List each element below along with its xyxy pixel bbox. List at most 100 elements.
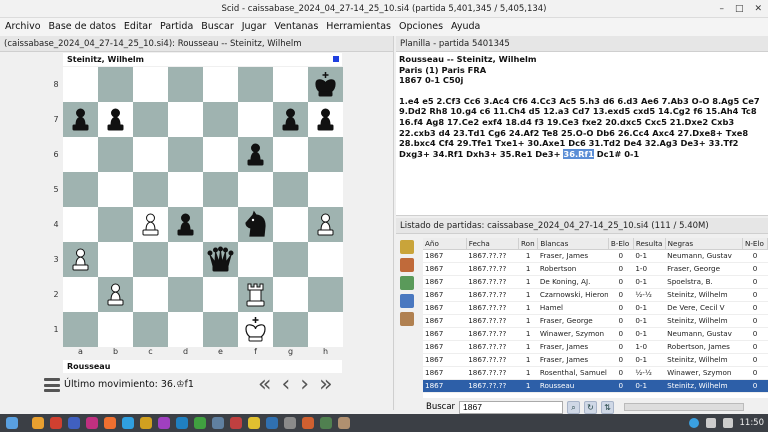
square-d4[interactable] bbox=[168, 207, 203, 242]
close-button[interactable]: ✕ bbox=[754, 2, 762, 16]
square-f2[interactable] bbox=[238, 277, 273, 312]
clock[interactable]: 11:50 bbox=[740, 418, 765, 428]
board-icon[interactable] bbox=[400, 312, 414, 326]
column-header[interactable]: Resulta bbox=[633, 238, 666, 250]
table-row[interactable]: 1867 1867.??.?? 1 Robertson 0 1-0 Fraser, Geor… bbox=[423, 262, 768, 276]
menu-buscar[interactable]: Buscar bbox=[197, 18, 237, 36]
app-icon[interactable] bbox=[230, 417, 242, 429]
column-header[interactable]: N-Elo bbox=[742, 238, 768, 250]
column-header[interactable]: B-Elo bbox=[608, 238, 634, 250]
column-header[interactable]: Año bbox=[423, 238, 467, 250]
square-f4[interactable] bbox=[238, 207, 273, 242]
square-b1[interactable] bbox=[98, 312, 133, 347]
black-pawn-icon[interactable] bbox=[311, 105, 340, 134]
search-icon[interactable] bbox=[400, 258, 414, 272]
square-a5[interactable] bbox=[63, 172, 98, 207]
square-e6[interactable] bbox=[203, 137, 238, 172]
table-row[interactable]: 1867 1867.??.?? 1 Fraser, James 0 0-1 Neumann,… bbox=[423, 249, 768, 263]
table-row[interactable]: 1867 1867.??.?? 1 Winawer, Szymon 0 0-1 Neuman… bbox=[423, 327, 768, 341]
square-f7[interactable] bbox=[238, 102, 273, 137]
menu-partida[interactable]: Partida bbox=[156, 18, 197, 36]
app-icon[interactable] bbox=[212, 417, 224, 429]
square-c8[interactable] bbox=[133, 67, 168, 102]
tree-icon[interactable] bbox=[400, 294, 414, 308]
black-pawn-icon[interactable] bbox=[171, 210, 200, 239]
square-g5[interactable] bbox=[273, 172, 308, 207]
table-row[interactable]: 1867 1867.??.?? 1 Fraser, George 0 0-1 Steinit… bbox=[423, 314, 768, 328]
square-g7[interactable] bbox=[273, 102, 308, 137]
square-h5[interactable] bbox=[308, 172, 343, 207]
square-h1[interactable] bbox=[308, 312, 343, 347]
square-e4[interactable] bbox=[203, 207, 238, 242]
app-icon[interactable] bbox=[284, 417, 296, 429]
scid-icon[interactable] bbox=[338, 417, 350, 429]
next-move-button[interactable]: › bbox=[300, 374, 309, 396]
move-list[interactable]: 1.e4 e5 2.Cf3 Cc6 3.Ac4 Cf6 4.Cc3 Ac5 5.… bbox=[399, 96, 765, 160]
game-list-tab[interactable]: Listado de partidas: caissabase_2024_04_… bbox=[396, 218, 768, 234]
list-scrollbar[interactable] bbox=[624, 403, 745, 411]
square-g6[interactable] bbox=[273, 137, 308, 172]
last-move-button[interactable]: » bbox=[319, 374, 332, 396]
square-a7[interactable] bbox=[63, 102, 98, 137]
square-f8[interactable] bbox=[238, 67, 273, 102]
browser-icon[interactable] bbox=[104, 417, 116, 429]
search-input[interactable] bbox=[459, 400, 564, 414]
black-knight-icon[interactable] bbox=[241, 210, 270, 239]
square-e8[interactable] bbox=[203, 67, 238, 102]
maximize-button[interactable]: □ bbox=[735, 2, 744, 16]
column-header[interactable]: Fecha bbox=[466, 238, 520, 250]
sort-icon[interactable]: ⇅ bbox=[601, 400, 615, 414]
menu-archivo[interactable]: Archivo bbox=[0, 18, 45, 36]
black-queen-icon[interactable] bbox=[206, 245, 235, 274]
notation-pane-tab[interactable]: Planilla - partida 5401345 bbox=[396, 36, 768, 52]
app-icon[interactable] bbox=[122, 417, 134, 429]
square-h2[interactable] bbox=[308, 277, 343, 312]
menu-ventanas[interactable]: Ventanas bbox=[270, 18, 322, 36]
app-icon[interactable] bbox=[50, 417, 62, 429]
stats-icon[interactable] bbox=[400, 276, 414, 290]
app-icon[interactable] bbox=[158, 417, 170, 429]
moves-after[interactable]: Dc1# 0-1 bbox=[597, 149, 639, 159]
square-d8[interactable] bbox=[168, 67, 203, 102]
square-e2[interactable] bbox=[203, 277, 238, 312]
board-pane-tab[interactable]: (caissabase_2024_04_27-14_25_10.si4): Ro… bbox=[0, 36, 393, 52]
square-a8[interactable] bbox=[63, 67, 98, 102]
square-a6[interactable] bbox=[63, 137, 98, 172]
app-icon[interactable] bbox=[68, 417, 80, 429]
square-c2[interactable] bbox=[133, 277, 168, 312]
square-g8[interactable] bbox=[273, 67, 308, 102]
square-b6[interactable] bbox=[98, 137, 133, 172]
app-icon[interactable] bbox=[302, 417, 314, 429]
app-icon[interactable] bbox=[176, 417, 188, 429]
table-row[interactable]: 1867 1867.??.?? 1 Fraser, James 0 1-0 Robertso… bbox=[423, 340, 768, 354]
black-pawn-icon[interactable] bbox=[101, 105, 130, 134]
square-h6[interactable] bbox=[308, 137, 343, 172]
square-b4[interactable] bbox=[98, 207, 133, 242]
chess-board[interactable] bbox=[63, 67, 343, 347]
square-e5[interactable] bbox=[203, 172, 238, 207]
table-row[interactable]: 1867 1867.??.?? 1 Rosenthal, Samuel 0 ½-½ Wina… bbox=[423, 366, 768, 380]
square-g3[interactable] bbox=[273, 242, 308, 277]
menu-ayuda[interactable]: Ayuda bbox=[447, 18, 484, 36]
square-c1[interactable] bbox=[133, 312, 168, 347]
start-menu-icon[interactable] bbox=[6, 417, 18, 429]
square-d5[interactable] bbox=[168, 172, 203, 207]
app-icon[interactable] bbox=[86, 417, 98, 429]
square-c3[interactable] bbox=[133, 242, 168, 277]
network-icon[interactable] bbox=[688, 418, 699, 428]
table-row[interactable]: 1867 1867.??.?? 1 Czarnowski, Hieron 0 ½-½ Ste… bbox=[423, 288, 768, 302]
menu-opciones[interactable]: Opciones bbox=[395, 18, 447, 36]
square-h3[interactable] bbox=[308, 242, 343, 277]
app-icon[interactable] bbox=[248, 417, 260, 429]
app-icon[interactable] bbox=[194, 417, 206, 429]
search-icon[interactable]: ⌕ bbox=[567, 400, 581, 414]
column-header[interactable]: Blancas bbox=[537, 238, 609, 250]
white-pawn-icon[interactable] bbox=[101, 280, 130, 309]
minimize-button[interactable]: – bbox=[719, 2, 724, 16]
square-b3[interactable] bbox=[98, 242, 133, 277]
square-b2[interactable] bbox=[98, 277, 133, 312]
square-e3[interactable] bbox=[203, 242, 238, 277]
column-header[interactable]: Ron bbox=[518, 238, 539, 250]
square-c7[interactable] bbox=[133, 102, 168, 137]
menu-editar[interactable]: Editar bbox=[120, 18, 156, 36]
